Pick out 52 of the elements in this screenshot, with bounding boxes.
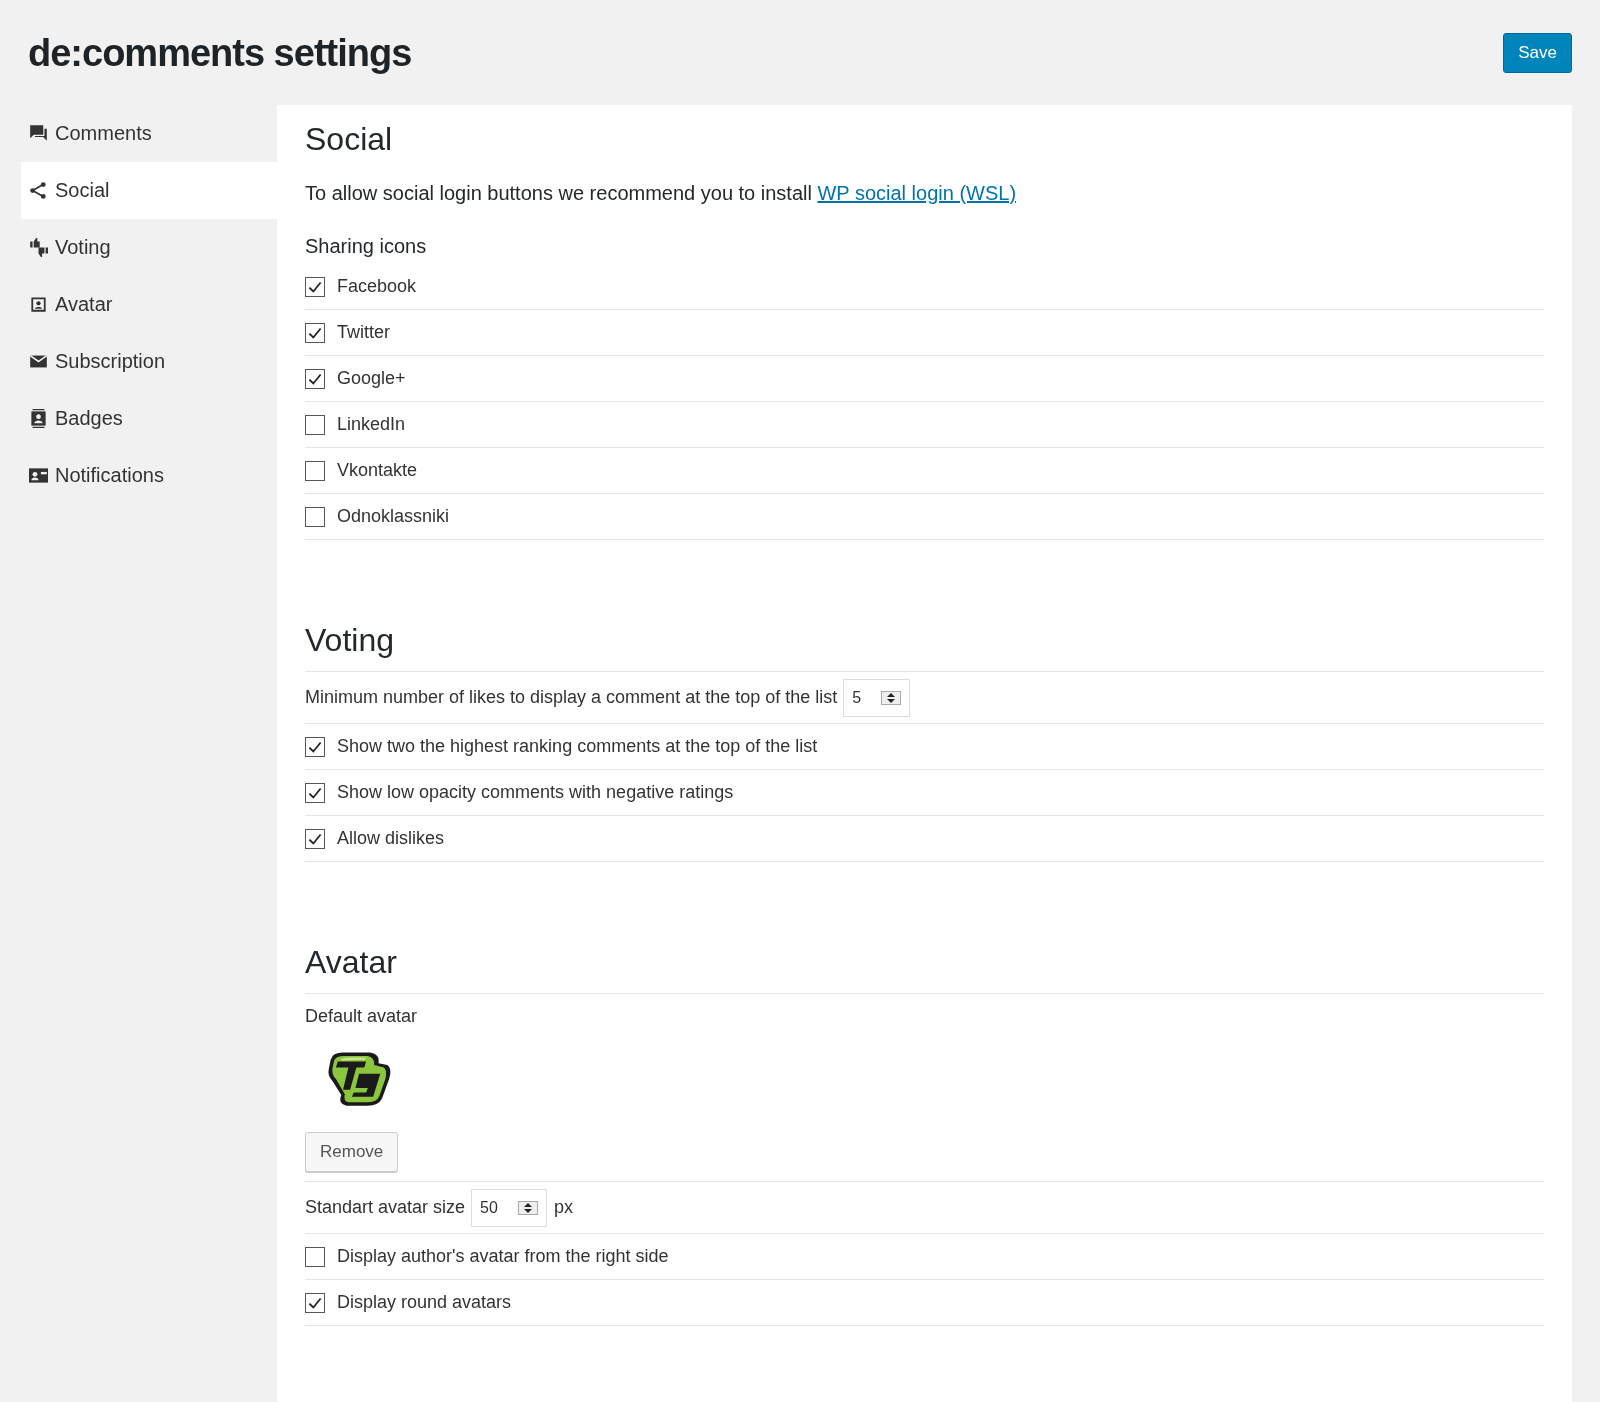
id-card-icon	[29, 466, 48, 485]
field-label: Default avatar	[305, 1005, 419, 1028]
checkbox-label: Odnoklassniki	[337, 506, 450, 527]
spinner-icon[interactable]	[881, 690, 902, 705]
checkbox[interactable]	[305, 782, 325, 803]
spinner-icon[interactable]	[517, 1200, 538, 1215]
sidebar-item[interactable]: Social	[21, 162, 277, 219]
number-field[interactable]: 50	[471, 1188, 547, 1227]
badge-icon	[29, 409, 48, 428]
checkbox[interactable]	[305, 506, 325, 527]
checkbox-label: Vkontakte	[337, 460, 418, 481]
checkbox-label: Facebook	[337, 276, 417, 297]
sidebar-item[interactable]: Subscription	[21, 333, 277, 390]
field-label: Minimum number of likes to display a comment at the top of the list	[305, 687, 838, 708]
checkbox[interactable]	[305, 414, 325, 435]
portrait-icon	[29, 295, 48, 314]
sidebar-item[interactable]: Badges	[21, 390, 277, 447]
checkbox-label: Google+	[337, 368, 406, 389]
sidebar-item[interactable]: Comments	[21, 105, 277, 162]
checkbox-label: Allow dislikes	[337, 828, 445, 849]
sidebar-item[interactable]: Avatar	[21, 276, 277, 333]
unit-label: px	[553, 1197, 573, 1218]
checkbox[interactable]	[305, 1292, 325, 1313]
checkbox-label: Show two the highest ranking comments at the top of the list	[337, 736, 818, 757]
section-heading: Social	[305, 120, 394, 159]
checkbox[interactable]	[305, 460, 325, 481]
section-heading: Avatar	[305, 938, 1544, 994]
checkbox[interactable]	[305, 1246, 325, 1267]
page-title: de:comments settings	[28, 31, 412, 75]
checkbox[interactable]	[305, 368, 325, 389]
remove-button[interactable]: Remove	[305, 1131, 399, 1172]
checkbox-label: Twitter	[337, 322, 390, 343]
checkbox-label: Display author's avatar from the right side	[337, 1246, 669, 1267]
checkbox[interactable]	[305, 322, 325, 343]
comments-icon	[29, 124, 48, 143]
number-field[interactable]: 5	[843, 678, 911, 717]
share-icon	[29, 181, 48, 200]
checkbox[interactable]	[305, 736, 325, 757]
field-label: Standart avatar size	[305, 1197, 466, 1218]
link[interactable]: WP social login (WSL)	[817, 182, 1017, 204]
checkbox-label: Display round avatars	[337, 1292, 512, 1313]
thumbs-icon	[29, 238, 48, 257]
checkbox-label: LinkedIn	[337, 414, 406, 435]
save-button[interactable]: Save	[1503, 33, 1572, 73]
checkbox-label: Show low opacity comments with negative ratings	[337, 782, 734, 803]
intro-text: To allow social login buttons we recommend you to install WP social login (WSL)	[305, 182, 1018, 205]
checkbox[interactable]	[305, 828, 325, 849]
subheading: Sharing icons	[305, 235, 428, 258]
sidebar-item[interactable]: Voting	[21, 219, 277, 276]
sidebar-item[interactable]: Notifications	[21, 447, 277, 504]
checkbox[interactable]	[305, 276, 325, 297]
section-heading: Voting	[305, 616, 1544, 672]
